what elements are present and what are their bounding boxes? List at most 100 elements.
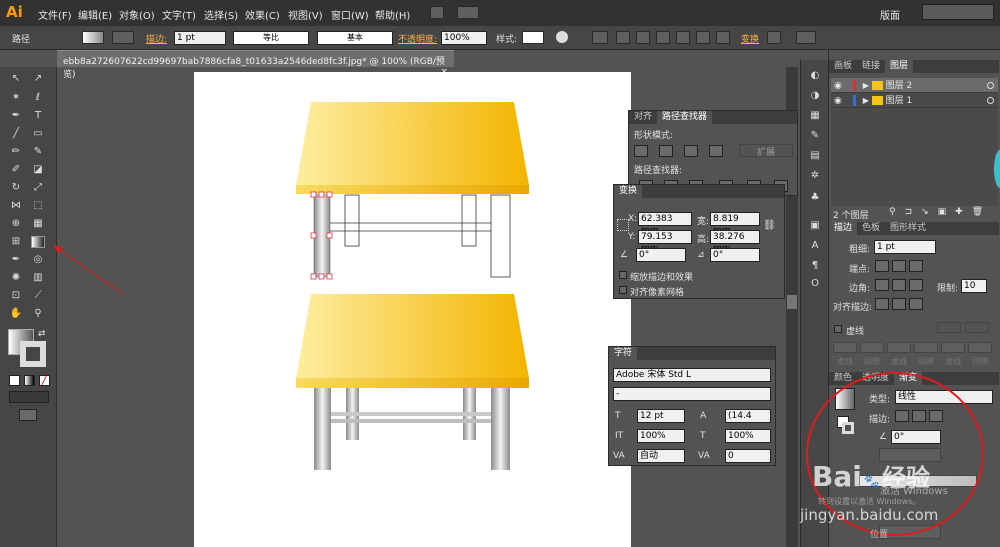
opentype-strip-icon[interactable]: O (808, 278, 822, 290)
align-left-icon[interactable] (616, 31, 630, 44)
fill-swatch[interactable] (82, 31, 104, 44)
tab-links[interactable]: 链接 (857, 60, 885, 73)
miter-join-icon[interactable] (875, 279, 889, 291)
dashed-checkbox[interactable] (834, 325, 842, 333)
document-tab[interactable]: ebb8a272607622cd99697bab7886cfa8_t01633a… (57, 50, 454, 80)
recolor-icon[interactable] (556, 31, 568, 43)
eraser-icon[interactable]: ◪ (31, 164, 45, 176)
bridge-icon[interactable] (430, 6, 444, 19)
height-field[interactable]: 38.276 mm (710, 230, 760, 254)
minus-front-icon[interactable] (659, 145, 673, 157)
align-to-icon[interactable] (592, 31, 608, 44)
expand-button[interactable]: 扩展 (739, 144, 793, 158)
dash-field-2[interactable] (887, 342, 911, 353)
layers-strip-icon[interactable]: ▣ (808, 220, 822, 232)
column-graph-icon[interactable]: ▥ (31, 272, 45, 284)
dash-align-2-icon[interactable] (965, 322, 989, 333)
opacity-label[interactable]: 不透明度: (398, 32, 437, 45)
layer-name[interactable]: 图层 1 (886, 96, 913, 106)
none-mode-icon[interactable]: ╱ (39, 375, 50, 386)
eye-icon[interactable]: ◉ (834, 79, 846, 94)
menu-effect[interactable]: 效果(C) (245, 7, 280, 22)
direct-selection-tool-icon[interactable]: ↗ (31, 73, 45, 85)
isolate-icon[interactable] (767, 31, 781, 44)
target-icon[interactable] (987, 82, 994, 89)
tab-artboards[interactable]: 画板 (829, 60, 857, 73)
align-center-icon[interactable] (636, 31, 650, 44)
gap-field-1[interactable] (860, 342, 884, 353)
align-inside-stroke-icon[interactable] (892, 298, 906, 310)
width-tool-icon[interactable]: ⋈ (9, 200, 23, 212)
align-middle-icon[interactable] (696, 31, 710, 44)
shape-builder-icon[interactable]: ⊕ (9, 218, 23, 230)
menu-help[interactable]: 帮助(H) (375, 7, 410, 22)
align-top-icon[interactable] (676, 31, 690, 44)
font-style-field[interactable]: - (613, 387, 771, 401)
unite-icon[interactable] (634, 145, 648, 157)
pencil-icon[interactable]: ✎ (31, 146, 45, 158)
tab-stroke[interactable]: 描边 (829, 222, 858, 235)
lasso-icon[interactable]: ℓ (31, 92, 45, 104)
swatches-icon[interactable]: ▦ (808, 110, 822, 122)
scale-tool-icon[interactable]: ⤢ (31, 182, 45, 194)
disclosure-icon[interactable]: ▶ (863, 96, 869, 105)
dash-align-1-icon[interactable] (937, 322, 961, 333)
menu-view[interactable]: 视图(V) (288, 7, 323, 22)
mesh-tool-icon[interactable]: ⊞ (9, 236, 23, 248)
disclosure-icon[interactable]: ▶ (863, 81, 869, 90)
width-field[interactable]: 8.819 mm (710, 212, 760, 236)
scale-strokes-checkbox[interactable] (619, 271, 627, 279)
style-swatch[interactable] (522, 31, 544, 44)
align-pixel-checkbox[interactable] (619, 286, 627, 294)
stroke-color-icon[interactable] (20, 341, 46, 367)
dash-field-1[interactable] (833, 342, 857, 353)
line-tool-icon[interactable]: ╱ (9, 128, 23, 140)
layer-actions[interactable]: ⚲⊐↘▣✚🗑 (889, 207, 992, 217)
magic-wand-icon[interactable]: ✶ (9, 92, 23, 104)
menu-window[interactable]: 窗口(W) (331, 7, 369, 22)
artboard[interactable] (194, 72, 631, 547)
rotate-tool-icon[interactable]: ↻ (9, 182, 23, 194)
shear-field[interactable]: 0° (710, 248, 760, 262)
tab-swatches[interactable]: 色板 (857, 222, 885, 235)
character-strip-icon[interactable]: A (808, 240, 822, 252)
tab-graphic-styles[interactable]: 图形样式 (885, 222, 931, 235)
intersect-icon[interactable] (684, 145, 698, 157)
menu-file[interactable]: 文件(F) (38, 7, 72, 22)
color-mode-icon[interactable] (9, 375, 20, 386)
gap-field-2[interactable] (914, 342, 938, 353)
symbol-sprayer-icon[interactable]: ✺ (9, 272, 23, 284)
layer-row[interactable]: ◉ ▶ 图层 1 (831, 93, 998, 108)
color-guide-icon[interactable]: ◑ (808, 90, 822, 102)
eyedropper-icon[interactable]: ✒ (9, 254, 23, 266)
dash-field-3[interactable] (941, 342, 965, 353)
swap-colors-icon[interactable]: ⇄ (38, 329, 46, 339)
floating-assistant-icon[interactable] (994, 150, 1000, 188)
symbols-icon[interactable]: ♣ (808, 192, 822, 204)
vertical-scale-field[interactable]: 100% (637, 429, 685, 443)
tab-layers[interactable]: 图层 (885, 60, 914, 73)
menu-object[interactable]: 对象(O) (119, 7, 155, 22)
bevel-join-icon[interactable] (909, 279, 923, 291)
pen-tool-icon[interactable]: ✒ (9, 110, 23, 122)
artboard-tool-icon[interactable]: ⊡ (9, 290, 23, 302)
rectangle-tool-icon[interactable]: ▭ (31, 128, 45, 140)
tracking-field[interactable]: 0 (725, 449, 771, 463)
kerning-field[interactable]: 自动 (637, 449, 685, 463)
hand-tool-icon[interactable]: ✋ (9, 308, 23, 320)
search-field[interactable] (922, 4, 994, 20)
drawing-modes-icon[interactable] (9, 391, 49, 403)
more-options-icon[interactable] (796, 31, 816, 44)
tab-pathfinder[interactable]: 路径查找器 (657, 111, 713, 124)
tab-transform[interactable]: 变换 (614, 185, 643, 198)
transform-link[interactable]: 变换 (741, 32, 759, 45)
font-family-field[interactable]: Adobe 宋体 Std L (613, 368, 771, 382)
graphic-styles-icon[interactable]: ✲ (808, 170, 822, 182)
free-transform-icon[interactable]: ⬚ (31, 200, 45, 212)
layer-row[interactable]: ◉ ▶ 图层 2 (831, 78, 998, 93)
x-field[interactable]: 62.383 mm (638, 212, 692, 236)
zoom-tool-icon[interactable]: ⚲ (31, 308, 45, 320)
eye-icon[interactable]: ◉ (834, 94, 846, 109)
menu-type[interactable]: 文字(T) (162, 7, 196, 22)
appearance-icon[interactable]: ▤ (808, 150, 822, 162)
